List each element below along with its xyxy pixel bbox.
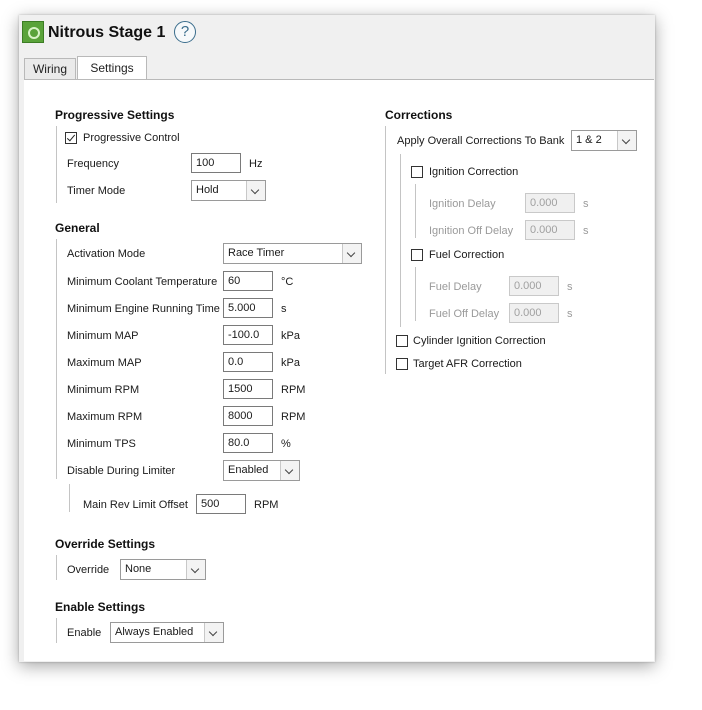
fuel-delay-unit: s: [567, 281, 573, 293]
ignition-off-delay-unit: s: [583, 225, 589, 237]
enable-label: Enable: [67, 627, 102, 639]
override-select[interactable]: None: [120, 559, 206, 580]
fuel-off-delay-label: Fuel Off Delay: [429, 308, 500, 320]
ignition-off-delay-label: Ignition Off Delay: [429, 225, 514, 237]
min-rpm-input[interactable]: 1500: [223, 379, 273, 399]
fuel-delay-label: Fuel Delay: [429, 281, 482, 293]
title-bar: Nitrous Stage 1 ?: [19, 15, 655, 57]
override-value: None: [125, 563, 152, 575]
min-engine-time-label: Minimum Engine Running Time: [67, 303, 220, 315]
enable-select[interactable]: Always Enabled: [110, 622, 224, 643]
corrections-group-line: [385, 126, 386, 374]
timer-mode-select[interactable]: Hold: [191, 180, 266, 201]
min-map-input[interactable]: -100.0: [223, 325, 273, 345]
chevron-down-icon: [186, 560, 205, 579]
max-map-label: Maximum MAP: [67, 357, 142, 369]
min-coolant-label: Minimum Coolant Temperature: [67, 276, 218, 288]
frequency-unit: Hz: [249, 158, 263, 170]
ignition-correction-label: Ignition Correction: [429, 166, 519, 178]
progressive-control-checkbox[interactable]: [65, 132, 77, 144]
chevron-down-icon: [204, 623, 223, 642]
min-tps-unit: %: [281, 438, 291, 450]
progressive-settings-header: Progressive Settings: [55, 108, 175, 122]
min-coolant-input[interactable]: 60: [223, 271, 273, 291]
ignition-correction-checkbox[interactable]: [411, 166, 423, 178]
cylinder-ignition-label: Cylinder Ignition Correction: [413, 335, 546, 347]
override-settings-header: Override Settings: [55, 537, 156, 551]
rev-limit-offset-input[interactable]: 500: [196, 494, 246, 514]
max-rpm-label: Maximum RPM: [67, 411, 143, 423]
limiter-subgroup-line: [69, 484, 70, 512]
min-rpm-label: Minimum RPM: [67, 384, 140, 396]
min-coolant-unit: °C: [281, 276, 294, 288]
min-tps-label: Minimum TPS: [67, 438, 136, 450]
chevron-down-icon: [342, 244, 361, 263]
apply-bank-select[interactable]: 1 & 2: [571, 130, 637, 151]
enable-group-line: [56, 618, 57, 643]
chevron-down-icon: [617, 131, 636, 150]
settings-panel: Progressive Settings Progressive Control…: [24, 79, 654, 661]
min-engine-time-unit: s: [281, 303, 287, 315]
fuel-subgroup-line: [415, 267, 416, 321]
min-tps-input[interactable]: 80.0: [223, 433, 273, 453]
target-afr-checkbox[interactable]: [396, 358, 408, 370]
nitrous-app-icon: [22, 21, 44, 43]
disable-limiter-label: Disable During Limiter: [67, 465, 176, 477]
ignition-delay-input[interactable]: 0.000: [525, 193, 575, 213]
min-map-label: Minimum MAP: [67, 330, 139, 342]
rev-limit-offset-label: Main Rev Limit Offset: [83, 499, 188, 511]
enable-settings-header: Enable Settings: [55, 600, 146, 614]
fuel-off-delay-unit: s: [567, 308, 573, 320]
max-map-unit: kPa: [281, 357, 300, 369]
fuel-correction-checkbox[interactable]: [411, 249, 423, 261]
bank-subgroup-line: [400, 154, 401, 327]
activation-mode-label: Activation Mode: [67, 248, 146, 260]
enable-value: Always Enabled: [115, 626, 194, 638]
min-rpm-unit: RPM: [281, 384, 306, 396]
ignition-subgroup-line: [415, 184, 416, 238]
progressive-control-label: Progressive Control: [83, 132, 180, 144]
disable-limiter-select[interactable]: Enabled: [223, 460, 300, 481]
ignition-delay-label: Ignition Delay: [429, 198, 496, 210]
frequency-input[interactable]: 100: [191, 153, 241, 173]
window-title: Nitrous Stage 1: [48, 24, 166, 41]
min-engine-time-input[interactable]: 5.000: [223, 298, 273, 318]
fuel-delay-input[interactable]: 0.000: [509, 276, 559, 296]
max-map-input[interactable]: 0.0: [223, 352, 273, 372]
override-label: Override: [67, 564, 110, 576]
cylinder-ignition-checkbox[interactable]: [396, 335, 408, 347]
tab-wiring[interactable]: Wiring: [24, 58, 76, 79]
corrections-header: Corrections: [385, 108, 453, 122]
apply-bank-label: Apply Overall Corrections To Bank: [397, 135, 565, 147]
progressive-group-line: [56, 126, 57, 203]
chevron-down-icon: [280, 461, 299, 480]
chevron-down-icon: [246, 181, 265, 200]
rev-limit-offset-unit: RPM: [254, 499, 279, 511]
activation-mode-value: Race Timer: [228, 247, 285, 259]
ignition-off-delay-input[interactable]: 0.000: [525, 220, 575, 240]
timer-mode-value: Hold: [196, 184, 219, 196]
apply-bank-value: 1 & 2: [576, 134, 602, 146]
frequency-label: Frequency: [67, 158, 119, 170]
disable-limiter-value: Enabled: [228, 464, 269, 476]
timer-mode-label: Timer Mode: [67, 185, 126, 197]
activation-mode-select[interactable]: Race Timer: [223, 243, 362, 264]
general-header: General: [55, 221, 100, 235]
target-afr-label: Target AFR Correction: [413, 358, 522, 370]
ignition-delay-unit: s: [583, 198, 589, 210]
nitrous-stage-window: Nitrous Stage 1 ? Wiring Settings Progre…: [19, 15, 655, 662]
max-rpm-unit: RPM: [281, 411, 306, 423]
tab-settings[interactable]: Settings: [77, 56, 147, 80]
max-rpm-input[interactable]: 8000: [223, 406, 273, 426]
fuel-correction-label: Fuel Correction: [429, 249, 505, 261]
help-icon[interactable]: ?: [174, 21, 196, 43]
general-group-line: [56, 239, 57, 479]
fuel-off-delay-input[interactable]: 0.000: [509, 303, 559, 323]
min-map-unit: kPa: [281, 330, 300, 342]
override-group-line: [56, 555, 57, 580]
